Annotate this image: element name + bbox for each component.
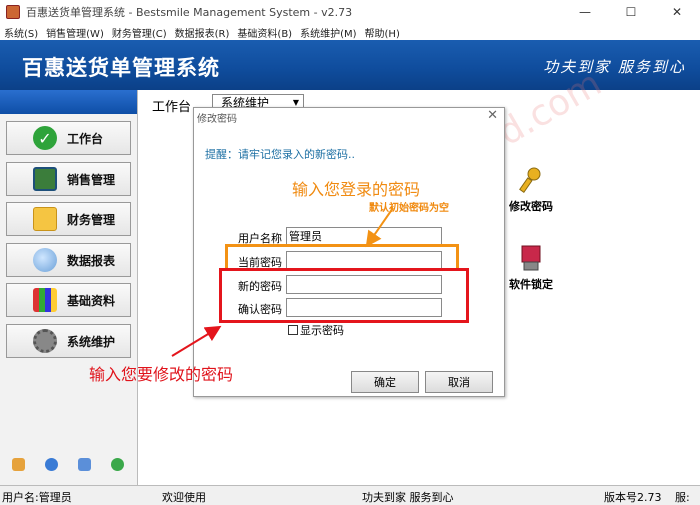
status-extra: 服: [675,491,690,504]
status-bar: 用户名:管理员 欢迎使用 功夫到家 服务到心 版本号2.73 服: [0,485,700,505]
status-welcome: 欢迎使用 [162,491,206,504]
status-user: 用户名:管理员 [2,491,72,504]
status-version: 版本号2.73 [604,491,662,504]
status-slogan: 功夫到家 服务到心 [362,491,454,504]
annotation-arrows [171,207,394,357]
orange-arrow [365,207,394,248]
red-arrow [171,325,222,357]
